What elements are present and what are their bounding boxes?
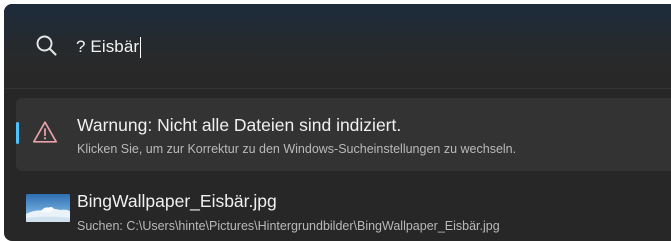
warning-icon <box>32 121 58 143</box>
result-subtitle: Suchen: C:\Users\hinte\Pictures\Hintergr… <box>77 219 500 233</box>
search-window: ? Eisbär Warnung: Nicht alle Dateien sin… <box>4 4 671 241</box>
text-caret <box>140 36 142 58</box>
divider <box>4 88 671 89</box>
result-title: Warnung: Nicht alle Dateien sind indizie… <box>77 115 402 135</box>
image-thumbnail <box>26 194 70 222</box>
result-subtitle: Klicken Sie, um zur Korrektur zu den Win… <box>77 142 517 156</box>
result-file[interactable]: BingWallpaper_Eisbär.jpg Suchen: C:\User… <box>16 180 671 240</box>
result-title: BingWallpaper_Eisbär.jpg <box>77 191 277 211</box>
result-warning[interactable]: Warnung: Nicht alle Dateien sind indizie… <box>16 98 671 171</box>
search-query: ? Eisbär <box>76 37 140 56</box>
selection-indicator <box>16 122 19 144</box>
search-icon <box>36 35 57 56</box>
search-bar: ? Eisbär <box>4 4 671 90</box>
search-input[interactable]: ? Eisbär <box>76 34 142 60</box>
